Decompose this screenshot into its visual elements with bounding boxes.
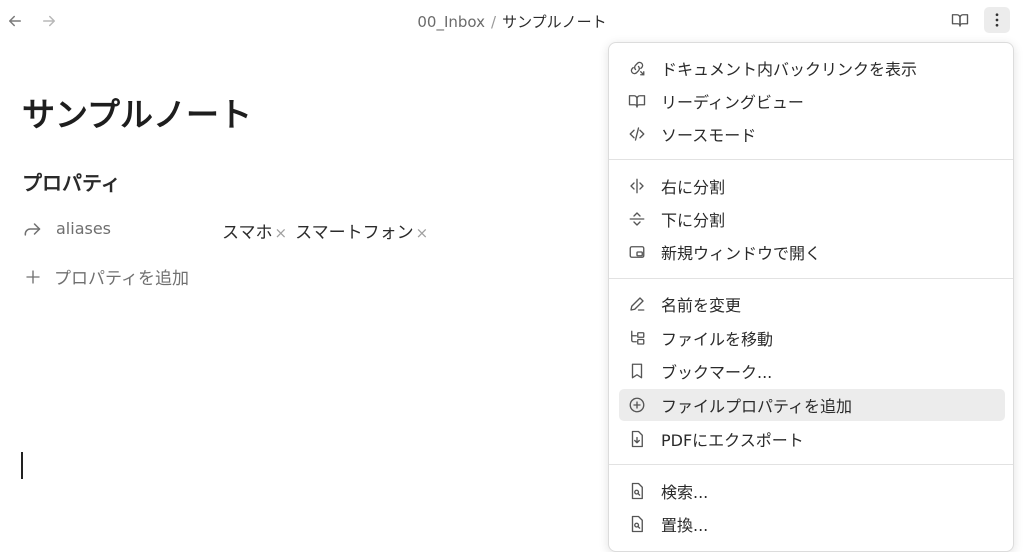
menu-item-add-file-property[interactable]: ファイルプロパティを追加: [619, 389, 1005, 421]
top-bar: 00_Inbox / サンプルノート: [0, 0, 1024, 42]
add-property-button[interactable]: プロパティを追加: [24, 264, 189, 289]
menu-item-reading-view[interactable]: リーディングビュー: [619, 85, 1005, 117]
menu-divider: [609, 278, 1013, 279]
menu-item-label: 置換...: [661, 516, 709, 535]
alias-tag-label: スマホ: [222, 223, 273, 243]
new-window-icon: [627, 242, 647, 262]
remove-alias-button[interactable]: ×: [416, 224, 429, 242]
text-cursor: [21, 452, 23, 479]
split-down-icon: [627, 209, 647, 229]
breadcrumb-separator: /: [491, 13, 497, 31]
more-options-button[interactable]: [984, 7, 1010, 33]
property-key[interactable]: aliases: [56, 219, 111, 238]
add-property-label: プロパティを追加: [54, 269, 189, 289]
menu-item-label: 右に分割: [661, 178, 726, 197]
breadcrumb: 00_Inbox / サンプルノート: [0, 11, 1024, 32]
menu-item-search[interactable]: 検索...: [619, 475, 1005, 507]
menu-item-source-mode[interactable]: ソースモード: [619, 118, 1005, 150]
menu-item-rename[interactable]: 名前を変更: [619, 288, 1005, 320]
menu-item-label: ブックマーク...: [661, 363, 773, 382]
folder-move-icon: [627, 328, 647, 348]
alias-tag-label: スマートフォン: [295, 223, 414, 243]
menu-item-split-right[interactable]: 右に分割: [619, 170, 1005, 202]
properties-heading[interactable]: プロパティ: [22, 167, 121, 196]
menu-item-label: 検索...: [661, 483, 709, 502]
menu-item-label: ソースモード: [661, 126, 757, 145]
reading-view-button[interactable]: [947, 7, 973, 33]
menu-item-show-backlinks[interactable]: ドキュメント内バックリンクを表示: [619, 52, 1005, 84]
menu-item-label: 新規ウィンドウで開く: [661, 244, 822, 263]
pencil-icon: [627, 294, 647, 314]
more-options-menu: ドキュメント内バックリンクを表示 リーディングビュー ソースモード 右に分割 下…: [608, 42, 1014, 552]
breadcrumb-folder[interactable]: 00_Inbox: [417, 13, 485, 31]
menu-item-bookmark[interactable]: ブックマーク...: [619, 355, 1005, 387]
plus-icon: [26, 269, 40, 284]
code-icon: [627, 124, 647, 144]
replace-file-icon: [627, 514, 647, 534]
menu-item-move-file[interactable]: ファイルを移動: [619, 322, 1005, 354]
note-title[interactable]: サンプルノート: [22, 88, 252, 136]
breadcrumb-file[interactable]: サンプルノート: [502, 13, 607, 31]
menu-divider: [609, 159, 1013, 160]
property-values: スマホ × スマートフォン ×: [222, 218, 436, 243]
menu-item-export-pdf[interactable]: PDFにエクスポート: [619, 423, 1005, 455]
book-open-icon: [951, 14, 969, 27]
menu-item-label: リーディングビュー: [661, 93, 804, 112]
menu-item-open-new-window[interactable]: 新規ウィンドウで開く: [619, 236, 1005, 268]
book-open-icon: [627, 91, 647, 111]
menu-item-label: 下に分割: [661, 211, 726, 230]
forward-arrow-icon[interactable]: [22, 219, 42, 239]
menu-item-label: PDFにエクスポート: [661, 431, 804, 450]
menu-item-label: ドキュメント内バックリンクを表示: [661, 60, 918, 79]
plus-circle-icon: [627, 395, 647, 415]
backlink-icon: [627, 58, 647, 78]
more-vertical-icon: [995, 13, 999, 27]
menu-item-label: 名前を変更: [661, 296, 742, 315]
menu-item-replace[interactable]: 置換...: [619, 508, 1005, 540]
search-file-icon: [627, 481, 647, 501]
menu-item-label: ファイルプロパティを追加: [661, 397, 853, 416]
alias-tag[interactable]: スマートフォン ×: [295, 218, 428, 243]
split-right-icon: [627, 176, 647, 196]
export-pdf-icon: [627, 429, 647, 449]
remove-alias-button[interactable]: ×: [275, 224, 288, 242]
bookmark-icon: [627, 361, 647, 381]
menu-divider: [609, 464, 1013, 465]
alias-tag[interactable]: スマホ ×: [222, 218, 287, 243]
menu-item-label: ファイルを移動: [661, 330, 774, 349]
property-row: aliases スマホ × スマートフォン ×: [22, 216, 582, 243]
menu-item-split-down[interactable]: 下に分割: [619, 203, 1005, 235]
